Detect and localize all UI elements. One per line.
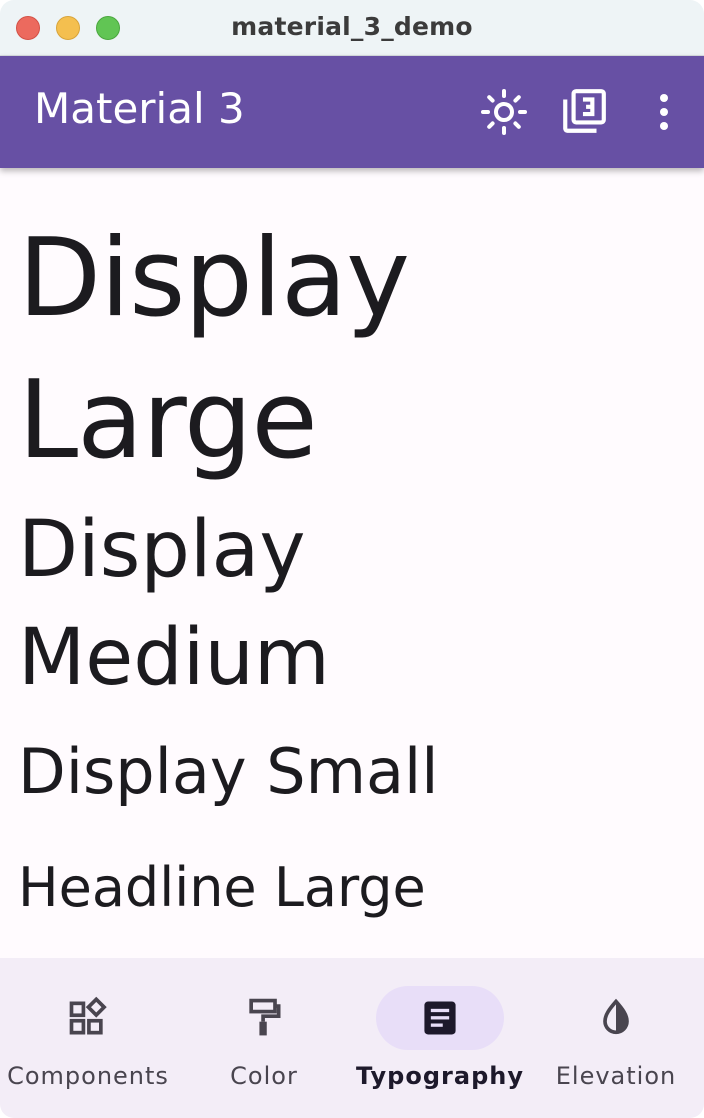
material-3-icon: [563, 89, 606, 133]
window-titlebar[interactable]: material_3_demo: [0, 0, 704, 56]
nav-label-typography: Typography: [356, 1062, 524, 1090]
nav-label-components: Components: [7, 1062, 169, 1090]
bottom-navigation-bar: Components Color Typography Elevation: [0, 958, 704, 1118]
headline-large-sample: Headline Large: [18, 856, 426, 919]
nav-label-color: Color: [230, 1062, 298, 1090]
brightness-icon: [481, 89, 527, 135]
opacity-icon: [603, 998, 629, 1035]
app-title: Material 3: [34, 84, 245, 133]
nav-indicator: [24, 986, 152, 1050]
nav-indicator: [552, 986, 680, 1050]
widgets-icon: [69, 996, 107, 1035]
nav-item-components[interactable]: Components: [0, 958, 176, 1118]
nav-item-elevation[interactable]: Elevation: [528, 958, 704, 1118]
nav-indicator-selected: [376, 986, 504, 1050]
nav-item-typography[interactable]: Typography: [352, 958, 528, 1118]
article-icon: [424, 1001, 456, 1035]
app-window: material_3_demo Material 3 Display Large…: [0, 0, 704, 1118]
typography-content[interactable]: Display Large Display Medium Display Sma…: [0, 168, 704, 958]
top-app-bar: Material 3: [0, 56, 704, 168]
more-vert-icon: [660, 94, 668, 130]
display-small-sample: Display Small: [18, 735, 439, 808]
material-version-toggle-button[interactable]: [556, 84, 612, 140]
display-medium-sample: Display Medium: [18, 505, 330, 703]
window-title: material_3_demo: [231, 12, 473, 41]
nav-indicator: [200, 986, 328, 1050]
display-large-sample: Display Large: [18, 216, 410, 483]
brightness-toggle-button[interactable]: [476, 84, 532, 140]
nav-item-color[interactable]: Color: [176, 958, 352, 1118]
format-paint-icon: [249, 998, 281, 1036]
more-options-button[interactable]: [636, 84, 692, 140]
nav-label-elevation: Elevation: [555, 1062, 677, 1090]
